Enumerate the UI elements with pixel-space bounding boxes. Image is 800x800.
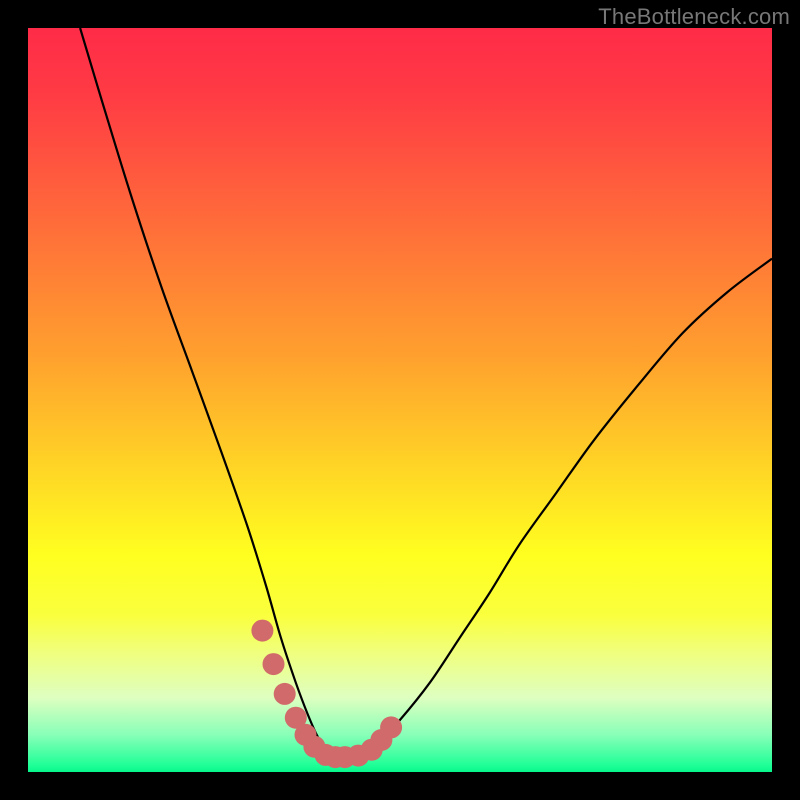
watermark-text: TheBottleneck.com [598,4,790,30]
chart-stage: TheBottleneck.com [0,0,800,800]
chart-svg [28,28,772,772]
marker-dot [251,620,273,642]
marker-dot [380,716,402,738]
curve-path [80,28,772,759]
marker-dots-group [251,620,402,769]
marker-dot [263,653,285,675]
marker-dot [274,683,296,705]
